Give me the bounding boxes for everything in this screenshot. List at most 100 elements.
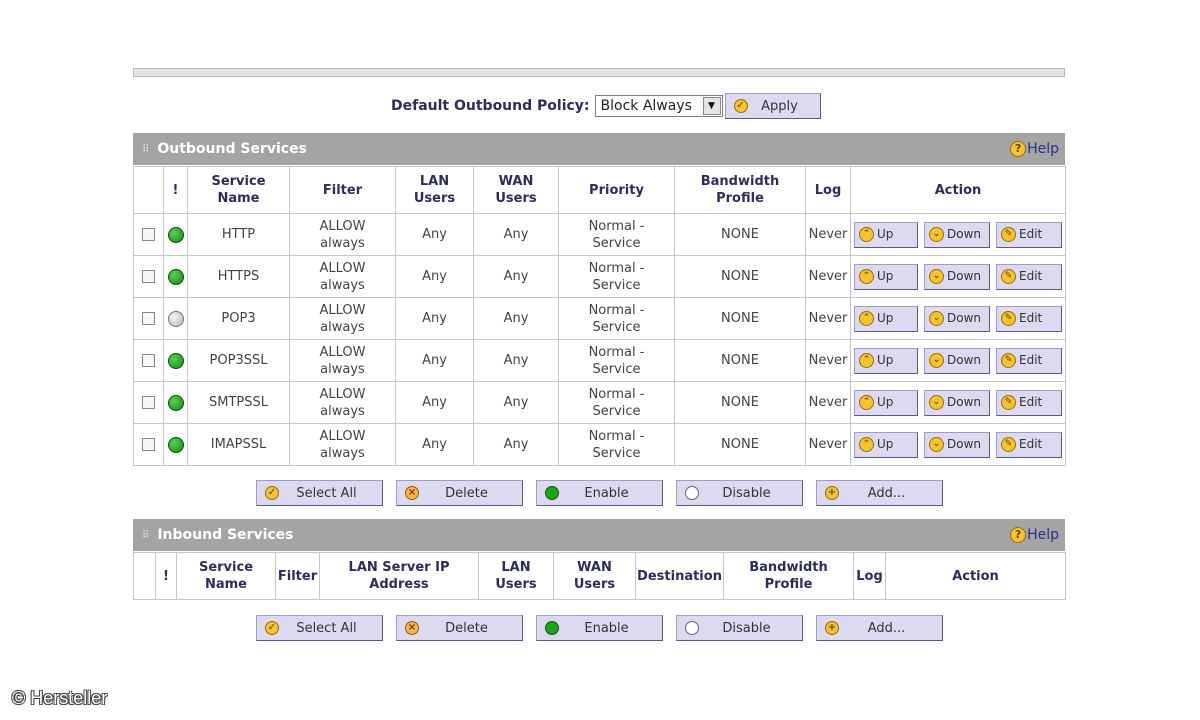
action-cell: ⌃ Up ⌄ Down ✎ Edit (850, 255, 1066, 298)
disable-button[interactable]: Disable (676, 480, 803, 506)
bandwidth-profile-cell: NONE (674, 381, 806, 424)
filter-cell: ALLOW always (289, 381, 396, 424)
edit-button[interactable]: ✎ Edit (996, 221, 1062, 248)
pencil-icon: ✎ (1001, 269, 1016, 284)
down-button[interactable]: ⌄ Down (924, 305, 990, 332)
bandwidth-profile-cell: NONE (674, 213, 806, 256)
service-name-cell: SMTPSSL (187, 381, 290, 424)
apply-button-label: Apply (761, 98, 798, 114)
inbound-bulk-actions: ✓ Select All × Delete Enable Disable + Add.… (256, 615, 956, 641)
edit-button[interactable]: ✎ Edit (996, 389, 1062, 416)
plus-icon: + (825, 486, 839, 500)
up-button[interactable]: ⌃ Up (854, 221, 918, 248)
default-outbound-policy: Default Outbound Policy: Block Always ▼ … (391, 93, 821, 119)
down-button[interactable]: ⌄ Down (924, 347, 990, 374)
down-button[interactable]: ⌄ Down (924, 221, 990, 248)
row-checkbox[interactable] (142, 438, 155, 451)
help-icon: ? (1010, 527, 1027, 543)
select-all-button[interactable]: ✓ Select All (256, 480, 383, 506)
outbound-services-header: ⠿ Outbound Services ? Help (133, 133, 1065, 165)
delete-button[interactable]: × Delete (396, 480, 523, 506)
pencil-icon: ✎ (1001, 227, 1016, 242)
table-row: IMAPSSL ALLOW always Any Any Normal - Service N… (133, 423, 1066, 466)
edit-button[interactable]: ✎ Edit (996, 431, 1062, 458)
delete-button[interactable]: × Delete (396, 615, 523, 641)
help-label: Help (1027, 527, 1059, 543)
priority-cell: Normal - Service (558, 213, 675, 256)
add-button[interactable]: + Add... (816, 480, 943, 506)
add-button[interactable]: + Add... (816, 615, 943, 641)
col-bandwidth-profile: Bandwidth Profile (723, 552, 854, 600)
select-all-button[interactable]: ✓ Select All (256, 615, 383, 641)
row-select-cell (133, 423, 164, 466)
bandwidth-profile-cell: NONE (674, 423, 806, 466)
row-select-cell (133, 381, 164, 424)
check-icon: ✓ (265, 486, 279, 500)
col-status: ! (163, 166, 188, 214)
policy-select[interactable]: Block Always ▼ (594, 95, 723, 117)
log-cell: Never (805, 339, 851, 382)
edit-button[interactable]: ✎ Edit (996, 347, 1062, 374)
check-icon: ✓ (265, 621, 279, 635)
edit-button[interactable]: ✎ Edit (996, 305, 1062, 332)
row-checkbox[interactable] (142, 312, 155, 325)
log-cell: Never (805, 213, 851, 256)
help-label: Help (1027, 141, 1059, 157)
col-bandwidth-profile: Bandwidth Profile (674, 166, 806, 214)
table-row: HTTPS ALLOW always Any Any Normal - Service NON… (133, 255, 1066, 298)
enable-button[interactable]: Enable (536, 480, 663, 506)
chevron-down-icon[interactable]: ▼ (702, 97, 721, 115)
row-checkbox[interactable] (142, 396, 155, 409)
arrow-up-icon: ⌃ (859, 311, 874, 326)
enable-dot-icon (545, 486, 559, 500)
pencil-icon: ✎ (1001, 437, 1016, 452)
lan-users-cell: Any (395, 381, 474, 424)
up-button[interactable]: ⌃ Up (854, 263, 918, 290)
outbound-help-link[interactable]: ? Help (1010, 141, 1059, 157)
disable-button[interactable]: Disable (676, 615, 803, 641)
priority-cell: Normal - Service (558, 297, 675, 340)
status-indicator-icon (167, 310, 184, 327)
table-row: POP3 ALLOW always Any Any Normal - Service NONE… (133, 297, 1066, 340)
status-indicator-icon (167, 436, 184, 453)
outbound-services-title: Outbound Services (157, 141, 307, 157)
inbound-help-link[interactable]: ? Help (1010, 527, 1059, 543)
enable-button[interactable]: Enable (536, 615, 663, 641)
up-button[interactable]: ⌃ Up (854, 305, 918, 332)
down-button[interactable]: ⌄ Down (924, 389, 990, 416)
arrow-down-icon: ⌄ (929, 395, 944, 410)
row-select-cell (133, 297, 164, 340)
grip-icon: ⠿ (142, 143, 150, 155)
row-status-cell (163, 213, 188, 256)
row-checkbox[interactable] (142, 228, 155, 241)
log-cell: Never (805, 423, 851, 466)
col-log: Log (805, 166, 851, 214)
log-cell: Never (805, 297, 851, 340)
row-select-cell (133, 339, 164, 382)
down-button[interactable]: ⌄ Down (924, 263, 990, 290)
row-checkbox[interactable] (142, 354, 155, 367)
outbound-services-table: ! Service Name Filter LAN Users WAN Users P… (133, 166, 1066, 466)
lan-users-cell: Any (395, 255, 474, 298)
col-filter: Filter (275, 552, 320, 600)
col-wan-users: WAN Users (553, 552, 636, 600)
status-indicator-icon (167, 268, 184, 285)
arrow-down-icon: ⌄ (929, 311, 944, 326)
col-service-name: Service Name (187, 166, 290, 214)
col-destination: Destination (635, 552, 724, 600)
edit-button[interactable]: ✎ Edit (996, 263, 1062, 290)
up-button[interactable]: ⌃ Up (854, 389, 918, 416)
disable-circle-icon (685, 621, 699, 635)
arrow-down-icon: ⌄ (929, 437, 944, 452)
down-button[interactable]: ⌄ Down (924, 431, 990, 458)
up-button[interactable]: ⌃ Up (854, 431, 918, 458)
pencil-icon: ✎ (1001, 395, 1016, 410)
row-status-cell (163, 255, 188, 298)
row-checkbox[interactable] (142, 270, 155, 283)
row-status-cell (163, 423, 188, 466)
up-button[interactable]: ⌃ Up (854, 347, 918, 374)
row-select-cell (133, 213, 164, 256)
apply-button[interactable]: ✓ Apply (724, 93, 821, 119)
arrow-up-icon: ⌃ (859, 269, 874, 284)
arrow-up-icon: ⌃ (859, 353, 874, 368)
